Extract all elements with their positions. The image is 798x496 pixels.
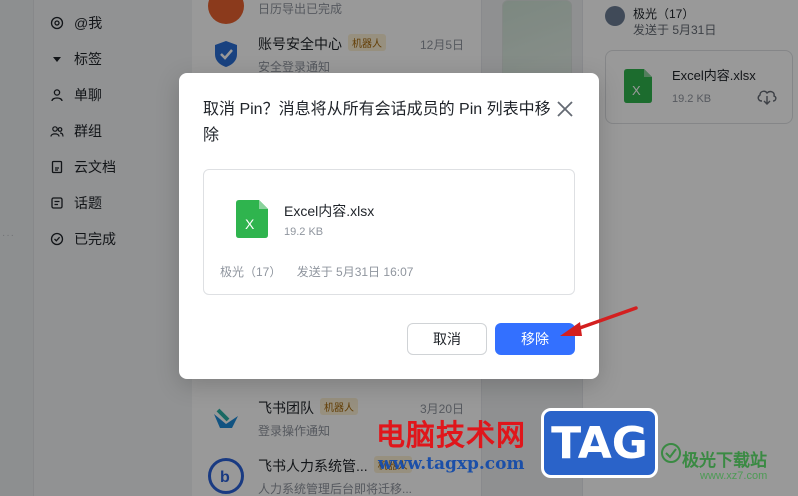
- pinned-message-card: X Excel内容.xlsx 19.2 KB 极光（17） 发送于 5月31日 …: [203, 169, 575, 295]
- excel-file-icon: X: [236, 200, 268, 243]
- pointer-arrow-icon: [556, 304, 640, 345]
- watermark-site-name: 极光下载站: [682, 451, 767, 470]
- unpin-dialog: 取消 Pin？消息将从所有会话成员的 Pin 列表中移除 X Excel内容.x…: [179, 73, 599, 379]
- watermark-tag-logo: TAG: [541, 408, 658, 478]
- file-name: Excel内容.xlsx: [284, 203, 375, 219]
- sent-time: 发送于 5月31日 16:07: [296, 265, 414, 279]
- message-meta: 极光（17） 发送于 5月31日 16:07: [220, 263, 413, 280]
- cancel-button[interactable]: 取消: [407, 323, 487, 355]
- watermark-site-url: www.xz7.com: [700, 470, 768, 482]
- file-size: 19.2 KB: [284, 226, 324, 238]
- close-icon[interactable]: [555, 99, 575, 119]
- sender-name: 极光（17）: [220, 265, 282, 279]
- dialog-title: 取消 Pin？消息将从所有会话成员的 Pin 列表中移除: [203, 101, 551, 144]
- svg-text:X: X: [245, 216, 255, 232]
- watermark-text: 电脑技术网: [376, 418, 527, 452]
- watermark-url: www.tagxp.com: [378, 454, 525, 474]
- download-site-logo-icon: [660, 442, 682, 469]
